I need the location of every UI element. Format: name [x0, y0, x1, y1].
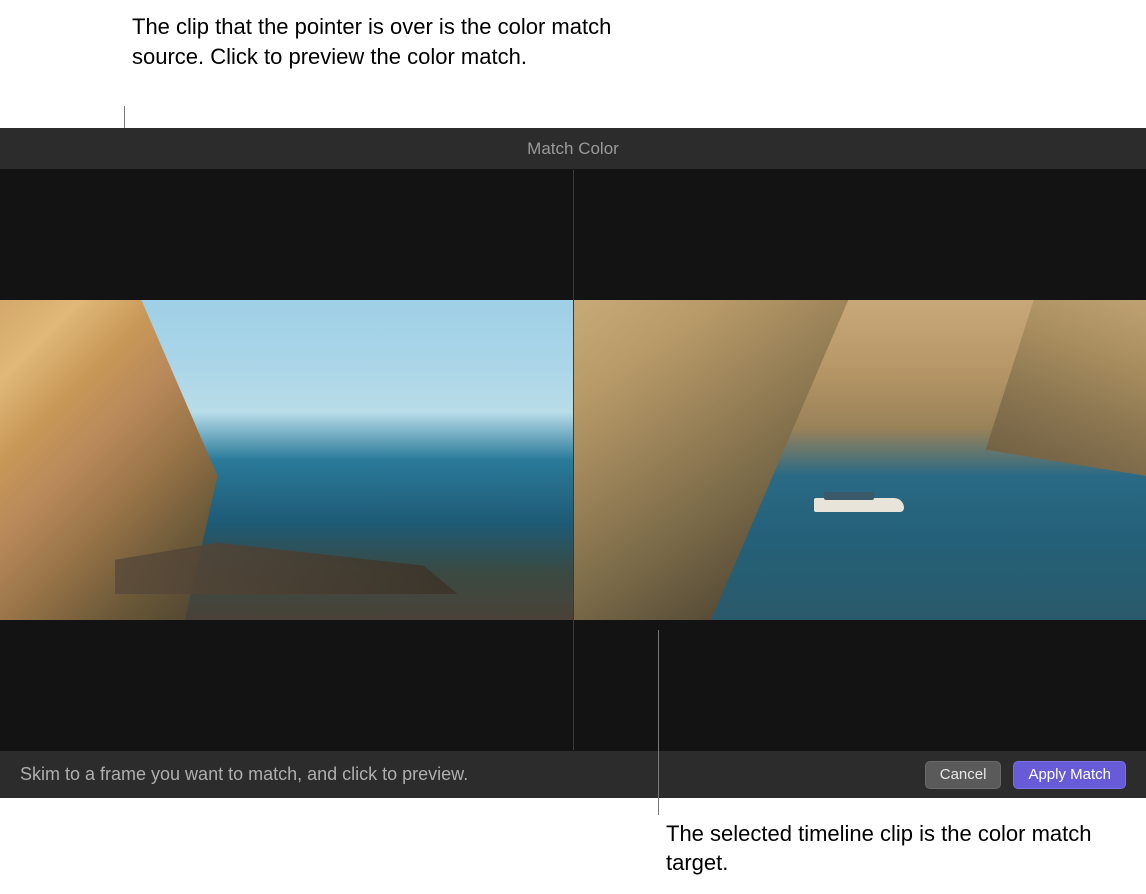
cancel-button[interactable]: Cancel [925, 761, 1002, 789]
annotation-bottom-text: The selected timeline clip is the color … [666, 819, 1146, 878]
match-color-window: Match Color Skim to a frame you want to … [0, 128, 1146, 798]
target-preview-pane [574, 170, 1146, 750]
instruction-text: Skim to a frame you want to match, and c… [20, 764, 913, 785]
window-title-bar: Match Color [0, 128, 1146, 170]
source-clip-thumbnail [0, 300, 573, 620]
source-preview-pane[interactable] [0, 170, 574, 750]
annotation-top-text: The clip that the pointer is over is the… [132, 12, 632, 71]
bottom-toolbar: Skim to a frame you want to match, and c… [0, 750, 1146, 798]
thumbnail-detail [814, 498, 904, 512]
preview-area [0, 170, 1146, 750]
target-clip-thumbnail [574, 300, 1146, 620]
annotation-bottom-leader-line [658, 630, 659, 815]
window-title: Match Color [527, 139, 619, 159]
apply-match-button[interactable]: Apply Match [1013, 761, 1126, 789]
